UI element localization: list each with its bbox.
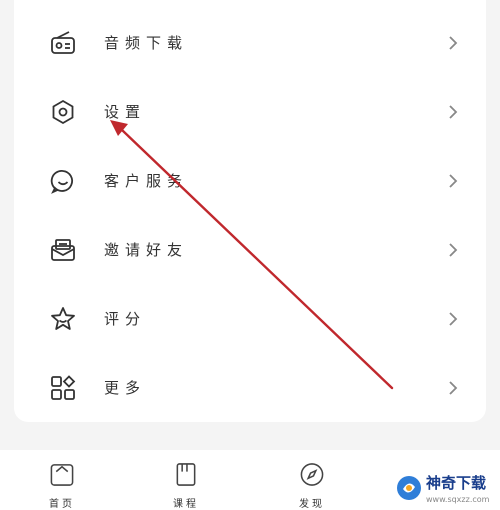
tab-courses[interactable]: 课程: [156, 462, 216, 510]
menu-item-label: 评分: [104, 310, 147, 328]
tab-label: 发现: [299, 499, 325, 510]
chevron-right-icon: [446, 311, 460, 326]
tab-label: 首页: [49, 499, 75, 510]
grid-more-icon: [50, 374, 76, 401]
watermark: 神奇下载 www.sqxzz.com: [396, 466, 500, 510]
watermark-url: www.sqxzz.com: [426, 495, 490, 504]
watermark-name: 神奇下载: [426, 474, 487, 492]
tab-discover[interactable]: 发现: [282, 462, 342, 510]
chevron-right-icon: [446, 35, 460, 50]
menu-item-label: 客户服务: [104, 172, 189, 190]
home-icon: [50, 464, 74, 486]
gear-icon: [50, 99, 76, 125]
menu-item-settings[interactable]: 设置: [14, 77, 486, 146]
menu-item-audio-download[interactable]: 音频下载: [14, 8, 486, 77]
menu-card: 音频下载 设置 客户服务 邀请好友 评分 更多: [14, 0, 486, 422]
tab-label: 课程: [173, 499, 199, 510]
menu-item-label: 邀请好友: [104, 241, 189, 259]
chevron-right-icon: [446, 242, 460, 257]
menu-item-label: 设置: [104, 103, 147, 121]
menu-item-customer-service[interactable]: 客户服务: [14, 146, 486, 215]
chevron-right-icon: [446, 173, 460, 188]
star-icon: [50, 306, 76, 332]
mail-invite-icon: [50, 237, 76, 263]
menu-item-label: 音频下载: [104, 34, 189, 52]
chevron-right-icon: [446, 104, 460, 119]
site-logo-icon: [397, 476, 421, 500]
compass-icon: [300, 463, 324, 486]
book-icon: [176, 463, 196, 486]
tab-home[interactable]: 首页: [32, 462, 92, 510]
menu-item-invite-friends[interactable]: 邀请好友: [14, 215, 486, 284]
radio-icon: [50, 30, 76, 56]
chevron-right-icon: [446, 380, 460, 395]
menu-item-label: 更多: [104, 379, 147, 397]
chat-smile-icon: [50, 168, 76, 194]
menu-item-more[interactable]: 更多: [14, 353, 486, 422]
menu-item-rating[interactable]: 评分: [14, 284, 486, 353]
